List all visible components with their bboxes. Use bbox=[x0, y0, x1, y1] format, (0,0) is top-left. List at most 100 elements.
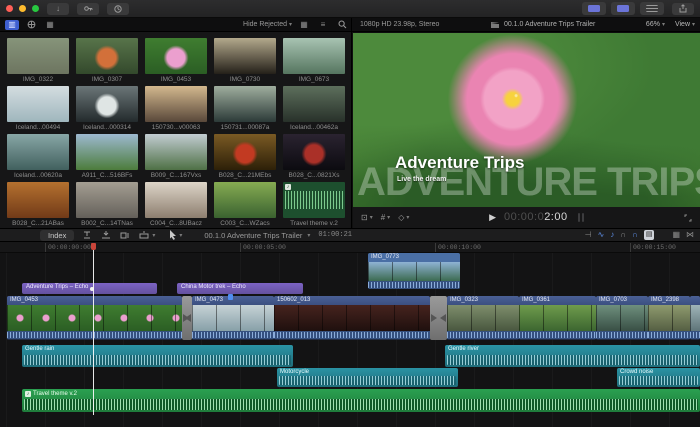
final-cut-pro-window: ↓ ▥ ▦ Hide Rejected ▾ ▦ ≡ bbox=[0, 0, 700, 427]
playhead-handle[interactable] bbox=[91, 243, 96, 250]
chevron-down-icon: ▾ bbox=[179, 232, 182, 239]
storyline-clip[interactable]: IMG_0473 bbox=[192, 296, 274, 340]
transform-popup[interactable]: ⊡▾ bbox=[361, 213, 373, 222]
distort-popup[interactable]: ◇▾ bbox=[398, 213, 409, 222]
clock-icon bbox=[114, 5, 122, 13]
browser-clip[interactable]: B028_C...0821Xs bbox=[283, 134, 345, 182]
play-button[interactable]: ▶ bbox=[489, 212, 496, 223]
clip-thumbnail bbox=[76, 86, 138, 122]
keyword-editor-button[interactable] bbox=[77, 3, 99, 15]
title-overlay-text: Adventure Trips bbox=[395, 153, 524, 173]
browser-toggle-button[interactable] bbox=[582, 2, 606, 15]
browser-clip[interactable]: Iceland...000314 bbox=[76, 86, 138, 134]
search-button[interactable] bbox=[335, 20, 349, 30]
browser-clip[interactable]: IMG_0453 bbox=[145, 38, 207, 86]
expand-viewer-icon[interactable] bbox=[684, 214, 692, 222]
skimming-toggle-icon[interactable]: ∿ bbox=[598, 230, 605, 240]
crop-popup[interactable]: #▾ bbox=[381, 213, 390, 222]
clip-appearance-popup-icon[interactable]: ▤ bbox=[644, 230, 655, 240]
timeline-toggle-button[interactable] bbox=[611, 2, 635, 15]
effects-browser-icon[interactable]: ▦ bbox=[672, 230, 680, 240]
timeline-ruler[interactable]: 00:00:00:0000:00:05:0000:00:10:0000:00:1… bbox=[0, 242, 700, 253]
browser-toolbar: ▥ ▦ Hide Rejected ▾ ▦ ≡ bbox=[0, 18, 352, 31]
audio-clip[interactable]: Motorcycle bbox=[277, 368, 458, 387]
clip-appearance-button[interactable]: ▦ bbox=[297, 20, 311, 30]
music-badge-icon: ♪ bbox=[285, 184, 291, 190]
audio-meters-button[interactable] bbox=[578, 213, 584, 222]
trim-icon[interactable]: ⊣ bbox=[585, 230, 592, 240]
browser-clip[interactable]: IMG_0673 bbox=[283, 38, 345, 86]
music-clip[interactable]: ♪Travel theme v.2 bbox=[22, 389, 700, 412]
storyline-clip[interactable]: IMG_0703 bbox=[596, 296, 648, 340]
audio-waveform bbox=[279, 376, 456, 385]
browser-clip[interactable]: ♪Travel theme v.2 bbox=[283, 182, 345, 230]
timeline-project-popup[interactable]: 00.1.0 Adventure Trips Trailer ▾ bbox=[204, 231, 310, 240]
browser-clip[interactable]: A911_C...516BFs bbox=[76, 134, 138, 182]
transition-clip[interactable] bbox=[182, 296, 192, 340]
browser-clip[interactable]: Iceland...00494 bbox=[7, 86, 69, 134]
viewer-view-popup[interactable]: View bbox=[675, 21, 690, 28]
clip-thumbnail: ♪ bbox=[283, 182, 345, 218]
tools-popup[interactable]: ▾ bbox=[169, 230, 182, 240]
browser-clip[interactable]: C004_C...8UBacz bbox=[145, 182, 207, 230]
insert-edit-icon bbox=[101, 231, 111, 240]
audio-skimming-toggle-icon[interactable]: ♪ bbox=[610, 230, 614, 240]
browser-clip[interactable]: B009_C...167Vxs bbox=[145, 134, 207, 182]
storyline-clip[interactable]: IMG_0361 bbox=[519, 296, 596, 340]
storyline-clip[interactable]: 150602_013 bbox=[274, 296, 430, 340]
viewer-zoom-popup[interactable]: 66% bbox=[646, 21, 660, 28]
browser-clip[interactable]: IMG_0730 bbox=[214, 38, 276, 86]
storyline-clip[interactable]: IMG_0323 bbox=[447, 296, 519, 340]
browser-clip[interactable]: Iceland...00620a bbox=[7, 134, 69, 182]
browser-clip[interactable]: B002_C...14TNas bbox=[76, 182, 138, 230]
browser-clip[interactable]: C003_C...WZacs bbox=[214, 182, 276, 230]
insert-edit-button[interactable] bbox=[100, 230, 112, 240]
playhead[interactable] bbox=[93, 243, 94, 415]
connect-edit-button[interactable] bbox=[81, 230, 93, 240]
solo-toggle-icon[interactable]: ∩ bbox=[620, 230, 626, 240]
titles-generators-sidebar-toggle[interactable]: ▦ bbox=[43, 20, 57, 30]
snapping-toggle-icon[interactable]: ∩ bbox=[632, 230, 638, 240]
title-clip[interactable]: China Motor trek – Echo bbox=[177, 283, 303, 294]
browser-clip[interactable]: B028_C...21ABas bbox=[7, 182, 69, 230]
subtitle-overlay-text: Live the dream bbox=[397, 176, 446, 183]
append-edit-button[interactable] bbox=[119, 230, 131, 240]
libraries-sidebar-toggle[interactable]: ▥ bbox=[5, 20, 19, 30]
timeline-toolbar-right: ⊣ ∿ ♪ ∩ ∩ ▤ ▦ ⋈ bbox=[585, 230, 700, 240]
overwrite-edit-button[interactable] bbox=[138, 230, 150, 240]
clip-audio-waveform bbox=[274, 331, 430, 339]
clip-marker[interactable] bbox=[228, 294, 233, 300]
minimize-window-button[interactable] bbox=[19, 5, 26, 12]
audio-clip[interactable]: Gentle rain bbox=[22, 345, 293, 367]
close-window-button[interactable] bbox=[6, 5, 13, 12]
photos-audio-sidebar-toggle[interactable] bbox=[24, 20, 38, 30]
browser-clip[interactable]: 150731...00087a bbox=[214, 86, 276, 134]
filter-popup[interactable]: Hide Rejected bbox=[243, 21, 287, 28]
list-view-button[interactable]: ≡ bbox=[316, 20, 330, 30]
storyline-clip[interactable] bbox=[690, 296, 700, 340]
browser-clip[interactable]: B028_C...21MEbs bbox=[214, 134, 276, 182]
import-media-button[interactable]: ↓ bbox=[47, 3, 69, 15]
audio-clip[interactable]: Gentle river bbox=[445, 345, 700, 367]
share-button[interactable] bbox=[672, 3, 694, 15]
audio-waveform bbox=[619, 376, 698, 385]
clip-label: IMG_2398 bbox=[648, 296, 690, 305]
transitions-browser-icon[interactable]: ⋈ bbox=[686, 230, 694, 240]
background-tasks-button[interactable] bbox=[107, 3, 129, 15]
browser-clip[interactable]: Iceland...00462a bbox=[283, 86, 345, 134]
transition-clip[interactable] bbox=[430, 296, 447, 340]
browser-clip[interactable]: IMG_0322 bbox=[7, 38, 69, 86]
inspector-toggle-button[interactable] bbox=[640, 2, 664, 15]
clip-thumbnail bbox=[76, 134, 138, 170]
connected-clip[interactable]: IMG_0773 bbox=[368, 253, 460, 289]
zoom-window-button[interactable] bbox=[32, 5, 39, 12]
browser-clip[interactable]: IMG_0307 bbox=[76, 38, 138, 86]
storyline-clip[interactable]: IMG_2398 bbox=[648, 296, 690, 340]
transition-icon bbox=[431, 314, 437, 322]
storyline-clip[interactable]: IMG_0453 bbox=[7, 296, 182, 340]
browser-clip[interactable]: 150730...v00063 bbox=[145, 86, 207, 134]
inspector-pane-icon bbox=[646, 5, 658, 12]
audio-clip[interactable]: Crowd noise bbox=[617, 368, 700, 387]
clip-thumbnail bbox=[283, 86, 345, 122]
index-button[interactable]: Index bbox=[40, 230, 74, 241]
